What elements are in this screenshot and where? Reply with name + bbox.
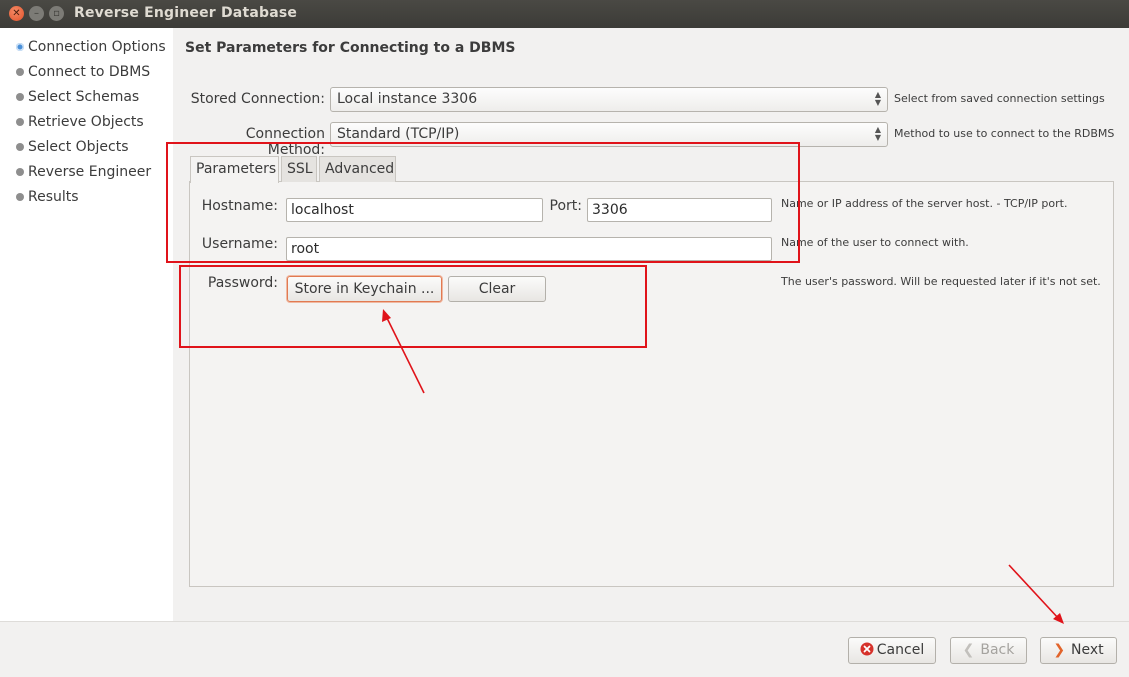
annotation-arrows xyxy=(382,309,1064,624)
annotation-arrow-keychain xyxy=(382,309,425,394)
annotation-arrow-next xyxy=(1008,564,1064,624)
